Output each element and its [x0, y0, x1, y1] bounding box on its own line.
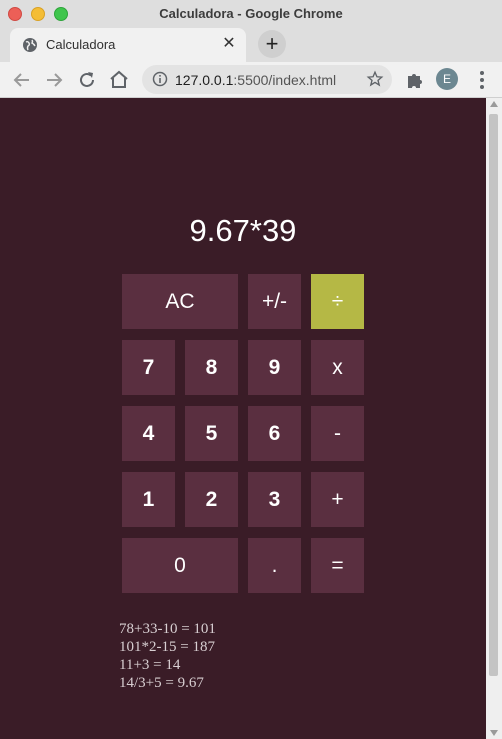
ac-button[interactable]: AC [122, 274, 238, 329]
scroll-up-arrow-icon[interactable] [490, 101, 498, 107]
url-host: 127.0.0.1 [175, 72, 234, 88]
digit-8-button[interactable]: 8 [185, 340, 238, 395]
decimal-point-button[interactable]: . [248, 538, 301, 593]
multiply-button[interactable]: x [311, 340, 364, 395]
calculation-history: 78+33-10 = 101 101*2-15 = 187 11+3 = 14 … [119, 620, 216, 692]
digit-7-button[interactable]: 7 [122, 340, 175, 395]
back-arrow-icon[interactable] [10, 68, 34, 92]
digit-6-button[interactable]: 6 [248, 406, 301, 461]
tab-strip: Calculadora ✕ + [0, 28, 502, 62]
history-item: 101*2-15 = 187 [119, 639, 215, 655]
minus-button[interactable]: - [311, 406, 364, 461]
tab-calculadora[interactable]: Calculadora ✕ [10, 28, 246, 62]
digit-5-button[interactable]: 5 [185, 406, 238, 461]
sign-toggle-button[interactable]: +/- [248, 274, 301, 329]
tab-title: Calculadora [46, 37, 116, 52]
address-bar[interactable]: 127.0.0.1:5500/index.html [142, 65, 392, 94]
browser-toolbar: 127.0.0.1:5500/index.html E [0, 62, 502, 98]
digit-0-button[interactable]: 0 [122, 538, 238, 593]
digit-3-button[interactable]: 3 [248, 472, 301, 527]
scroll-down-arrow-icon[interactable] [490, 730, 498, 736]
calculator-display: 9.67*39 [189, 213, 297, 248]
home-icon[interactable] [107, 68, 131, 92]
equals-button[interactable]: = [311, 538, 364, 593]
url-text[interactable]: 127.0.0.1:5500/index.html [175, 72, 336, 88]
browser-window: Calculadora - Google Chrome Calculadora … [0, 0, 502, 739]
globe-icon [23, 38, 37, 52]
history-item: 78+33-10 = 101 [119, 621, 216, 637]
window-title: Calculadora - Google Chrome [159, 6, 343, 21]
vertical-scrollbar[interactable] [486, 98, 502, 739]
history-item: 14/3+5 = 9.67 [119, 675, 204, 691]
digit-1-button[interactable]: 1 [122, 472, 175, 527]
extensions-puzzle-icon[interactable] [403, 68, 427, 92]
divide-button[interactable]: ÷ [311, 274, 364, 329]
menu-kebab-icon[interactable] [470, 68, 494, 92]
info-icon[interactable] [152, 71, 168, 87]
digit-9-button[interactable]: 9 [248, 340, 301, 395]
new-tab-button[interactable]: + [258, 30, 286, 58]
profile-avatar[interactable]: E [436, 68, 458, 90]
forward-arrow-icon[interactable] [42, 68, 66, 92]
scroll-thumb[interactable] [489, 114, 498, 676]
reload-icon[interactable] [75, 68, 99, 92]
url-path: :5500/index.html [233, 72, 337, 88]
page-content: 9.67*39 AC +/- ÷ 7 8 9 x 4 5 6 - 1 2 3 +… [0, 98, 486, 739]
digit-4-button[interactable]: 4 [122, 406, 175, 461]
title-bar: Calculadora - Google Chrome [0, 0, 502, 28]
digit-2-button[interactable]: 2 [185, 472, 238, 527]
plus-button[interactable]: + [311, 472, 364, 527]
history-item: 11+3 = 14 [119, 657, 181, 673]
tab-close-icon[interactable]: ✕ [220, 35, 238, 53]
bookmark-star-icon[interactable] [366, 70, 384, 88]
